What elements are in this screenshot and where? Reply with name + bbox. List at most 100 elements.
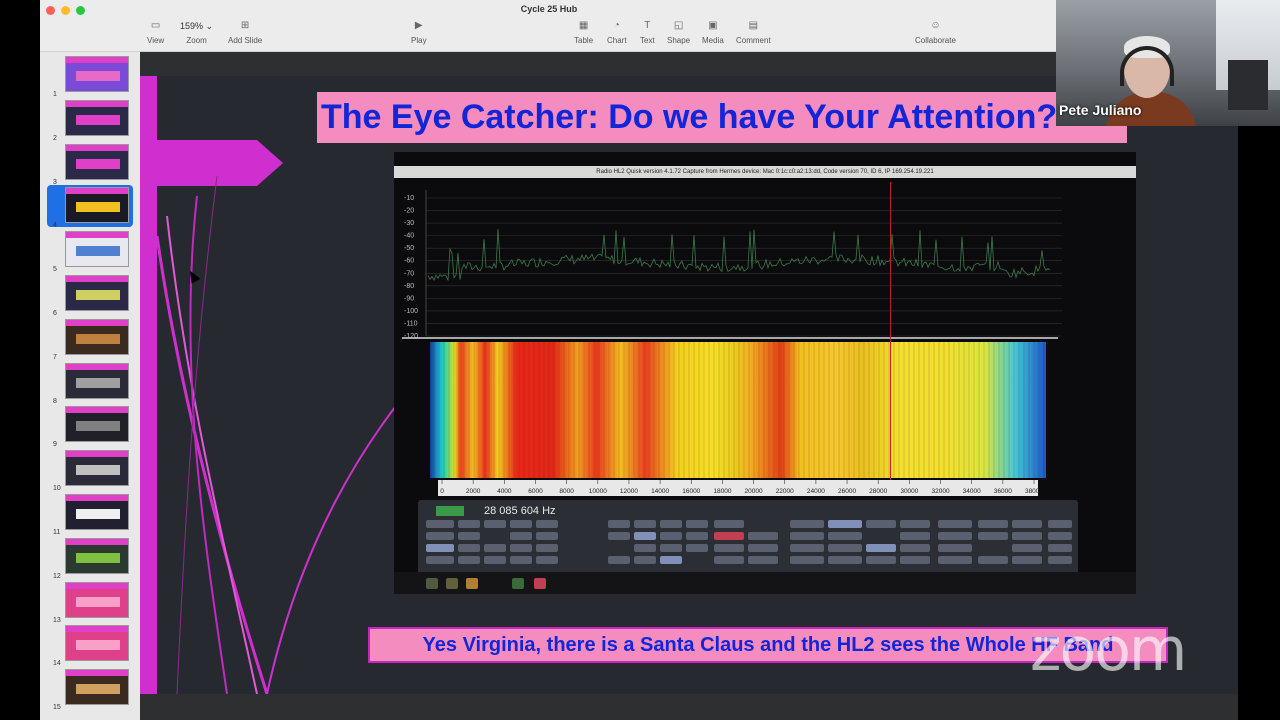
view-button[interactable]: ▭ View [147,20,164,45]
comment-button[interactable]: ▤ Comment [736,20,771,45]
slide-thumbnail[interactable]: 7 [40,317,140,361]
thumbnail-content [76,114,120,125]
collaborate-icon: ☺ [930,20,941,31]
slide-thumbnail[interactable]: 10 [40,448,140,492]
media-button[interactable]: ▣ Media [702,20,724,45]
thumbnail-header-bar [66,57,128,63]
chevron-down-icon: ⌄ [205,21,214,31]
radio-control-button [938,556,972,564]
slide-thumbnail[interactable]: 8 [40,361,140,405]
slide-thumbnail[interactable]: 14 [40,623,140,667]
radio-control-button [790,544,824,552]
radio-control-button [536,556,558,564]
radio-control-button [426,556,454,564]
slide-thumbnail[interactable]: 3 [40,142,140,186]
frequency-tick-label: 6000 [528,488,543,495]
slide-thumbnail-image [65,231,129,268]
thumbnail-content [76,421,120,432]
thumbnail-header-bar [66,144,128,151]
slide-thumbnail[interactable]: 15 [40,667,140,711]
slide-thumbnail-image [65,494,129,530]
radio-control-button [536,532,558,540]
thumbnail-header-bar [66,232,128,239]
db-tick-label: -110 [404,320,418,327]
slide-thumbnail-image [65,537,129,574]
slide-number: 15 [53,704,61,712]
radio-control-button [484,544,506,552]
frequency-tick-label: 32000 [931,488,949,495]
radio-control-button [686,544,708,552]
thumbnail-content [76,684,120,695]
db-tick-label: -20 [404,208,414,215]
spectrum-trace [427,228,1051,282]
quisk-window-title: Radio HL2 Quisk version 4.1.72 Capture f… [394,166,1136,178]
radio-control-button [426,544,454,552]
chart-button[interactable]: ◔ Chart [607,20,627,45]
frequency-tick-label: 24000 [807,488,825,495]
frequency-tick-label: 22000 [776,488,794,495]
db-tick-label: -80 [404,283,414,290]
frequency-tick-label: 28000 [869,488,887,495]
db-tick-label: -30 [404,220,414,227]
app-icon [534,578,546,589]
rx-indicator [436,506,464,516]
slide-thumbnail[interactable]: 5 [40,229,140,273]
desktop-taskbar [394,572,1136,594]
db-tick-label: -40 [404,233,414,240]
radio-control-button [634,520,656,528]
slide-thumbnail[interactable]: 12 [40,536,140,580]
frequency-tick-label: 38000 [1025,488,1038,495]
thumbnail-header-bar [66,451,128,458]
radio-control-button [828,532,862,540]
frequency-tick-label: 10000 [589,488,607,495]
radio-control-button [748,556,778,564]
slide-thumbnail[interactable]: 9 [40,404,140,448]
radio-control-button [938,520,972,528]
slide-title[interactable]: The Eye Catcher: Do we have Your Attenti… [317,92,1127,143]
shape-button[interactable]: ◱ Shape [667,20,690,45]
thumbnail-header-bar [66,670,128,677]
thumbnail-content [76,465,120,476]
slide-thumbnail-image [65,406,129,443]
collaborate-label: Collaborate [915,36,956,45]
add-slide-button[interactable]: ⊞ Add Slide [228,20,262,45]
slide-thumbnail[interactable]: 1 [40,54,140,98]
radio-control-button [608,532,630,540]
magenta-strip [140,76,157,694]
participant-name: Pete Juliano [1059,102,1142,118]
radio-control-button [686,520,708,528]
radio-control-button [1048,520,1072,528]
slide-thumbnail-image [65,669,129,706]
slide-thumbnail[interactable]: 11 [40,492,140,536]
slide-thumbnail[interactable]: 4 [40,185,140,229]
view-label: View [147,36,165,45]
play-button[interactable]: ▶ Play [411,20,427,45]
collaborate-button[interactable]: ☺ Collaborate [915,20,956,45]
slide-thumbnail[interactable]: 6 [40,273,140,317]
slide-thumbnail-image [65,187,129,224]
slide-thumbnail[interactable]: 13 [40,580,140,624]
slide-thumbnail[interactable]: 2 [40,98,140,142]
radio-control-button [748,532,778,540]
radio-control-button [660,544,682,552]
radio-control-button [866,544,896,552]
thumbnail-header-bar [66,100,128,107]
thumbnail-header-bar [66,582,128,589]
radio-control-button [426,520,454,528]
zoom-menu[interactable]: 159% ⌄ Zoom [180,20,213,45]
comment-icon: ▤ [748,20,759,31]
radio-control-button [900,532,930,540]
zoom-value: 159% ⌄ [180,20,213,32]
table-button[interactable]: ▦ Table [574,20,593,45]
thumbnail-content [76,71,120,81]
radio-control-button [510,520,532,528]
tuning-cursor-line [890,182,891,482]
thumbnail-header-bar [66,363,128,370]
db-tick-label: -60 [404,258,414,265]
text-button[interactable]: T Text [640,20,655,45]
frequency-tick-label: 16000 [682,488,700,495]
participant-video-tile[interactable]: Pete Juliano [1056,0,1280,126]
thumbnail-content [76,552,120,563]
radio-control-button [978,532,1008,540]
db-tick-label: -10 [404,195,414,202]
